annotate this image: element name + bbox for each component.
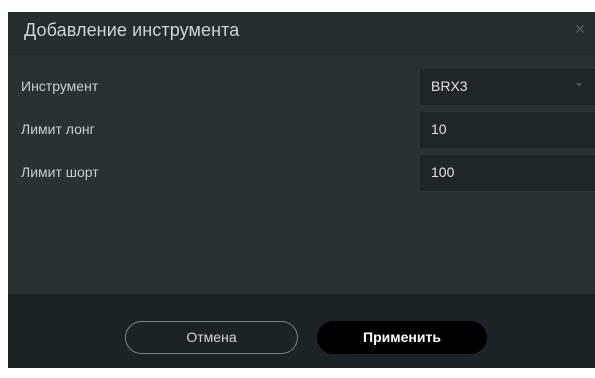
dialog-titlebar: Добавление инструмента × xyxy=(8,12,595,55)
instrument-select[interactable]: BRX3 xyxy=(420,69,595,105)
cancel-button[interactable]: Отмена xyxy=(125,321,298,354)
limit-short-value: 100 xyxy=(431,164,455,180)
limit-short-input[interactable]: 100 xyxy=(420,155,595,191)
dialog-title: Добавление инструмента xyxy=(24,20,240,40)
limit-long-input[interactable]: 10 xyxy=(420,112,595,148)
close-icon[interactable]: × xyxy=(570,19,590,39)
chevron-down-icon[interactable] xyxy=(576,83,582,87)
instrument-row: Инструмент BRX3 xyxy=(8,69,595,105)
add-instrument-dialog: Добавление инструмента × Инструмент BRX3… xyxy=(8,12,595,368)
limit-long-row: Лимит лонг 10 xyxy=(8,112,595,148)
limit-short-label: Лимит шорт xyxy=(21,164,99,180)
limit-long-value: 10 xyxy=(431,121,447,137)
dialog-footer: Отмена Применить xyxy=(8,294,595,368)
instrument-label: Инструмент xyxy=(21,78,99,94)
apply-button[interactable]: Применить xyxy=(317,321,487,354)
instrument-value: BRX3 xyxy=(431,78,468,94)
limit-long-label: Лимит лонг xyxy=(21,121,95,137)
limit-short-row: Лимит шорт 100 xyxy=(8,155,595,191)
